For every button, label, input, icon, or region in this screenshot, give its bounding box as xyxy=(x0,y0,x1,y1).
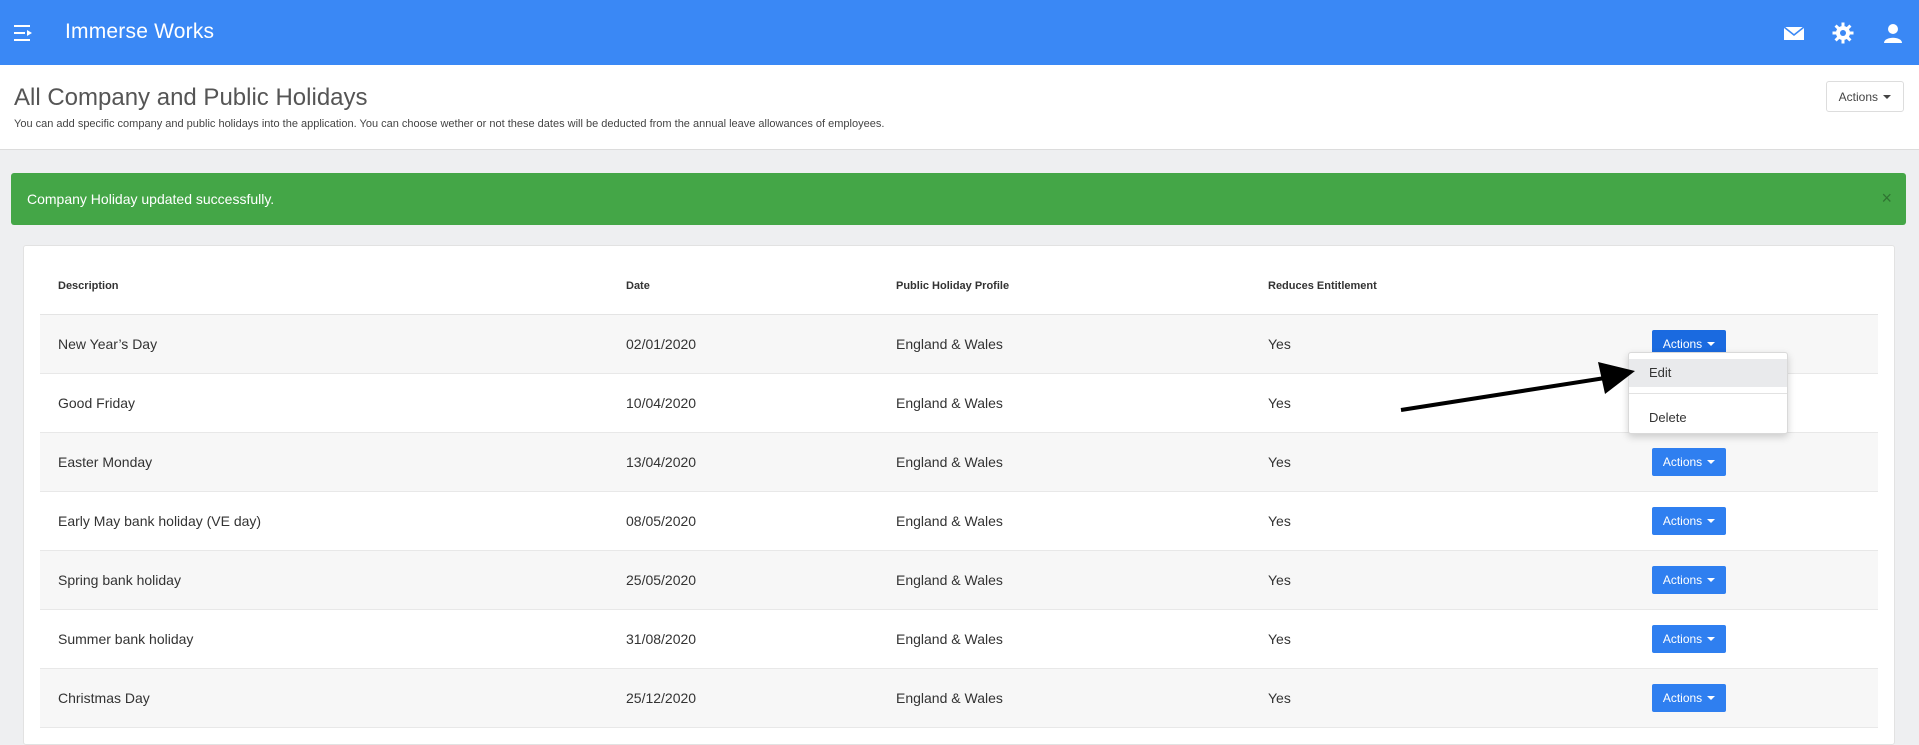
header-date: Date xyxy=(626,280,650,292)
user-icon[interactable] xyxy=(1881,21,1905,45)
table-row: Summer bank holiday 31/08/2020 England &… xyxy=(40,610,1878,669)
caret-down-icon xyxy=(1707,519,1716,523)
row-reduces: Yes xyxy=(1268,513,1291,529)
row-date: 13/04/2020 xyxy=(626,454,697,470)
row-description: Good Friday xyxy=(58,395,136,411)
table-row: Spring bank holiday 25/05/2020 England &… xyxy=(40,551,1878,610)
row-date: 08/05/2020 xyxy=(626,513,697,529)
row-date: 25/05/2020 xyxy=(626,572,697,588)
top-navbar: Immerse Works xyxy=(0,0,1919,65)
row-profile: England & Wales xyxy=(896,690,1003,706)
annotation-arrow-icon xyxy=(1400,362,1635,412)
header-description: Description xyxy=(58,280,119,292)
header-reduces: Reduces Entitlement xyxy=(1268,280,1377,292)
caret-down-icon xyxy=(1707,696,1716,700)
row-actions-button[interactable]: Actions xyxy=(1652,684,1726,712)
row-profile: England & Wales xyxy=(896,336,1003,352)
dropdown-delete-item[interactable]: Delete xyxy=(1629,404,1787,432)
row-reduces: Yes xyxy=(1268,572,1291,588)
row-description: Christmas Day xyxy=(58,690,150,706)
row-actions-button[interactable]: Actions xyxy=(1652,625,1726,653)
row-actions-label: Actions xyxy=(1662,455,1703,469)
row-actions-dropdown: Edit Delete xyxy=(1628,352,1788,434)
caret-down-icon xyxy=(1707,637,1716,641)
page-title: All Company and Public Holidays xyxy=(14,84,368,111)
row-actions-button[interactable]: Actions xyxy=(1652,507,1726,535)
row-profile: England & Wales xyxy=(896,454,1003,470)
header-actions-label: Actions xyxy=(1838,89,1878,104)
row-actions-label: Actions xyxy=(1662,514,1703,528)
row-actions-button[interactable]: Actions xyxy=(1652,448,1726,476)
caret-down-icon xyxy=(1707,578,1716,582)
table-row: Early May bank holiday (VE day) 08/05/20… xyxy=(40,492,1878,551)
row-description: Spring bank holiday xyxy=(58,572,181,588)
row-reduces: Yes xyxy=(1268,454,1291,470)
table-header: Description Date Public Holiday Profile … xyxy=(40,280,1878,315)
row-actions-label: Actions xyxy=(1662,632,1703,646)
page-header: All Company and Public Holidays You can … xyxy=(0,65,1919,150)
close-icon[interactable]: × xyxy=(1881,188,1892,209)
mail-icon[interactable] xyxy=(1782,21,1806,45)
row-profile: England & Wales xyxy=(896,631,1003,647)
row-profile: England & Wales xyxy=(896,572,1003,588)
row-reduces: Yes xyxy=(1268,690,1291,706)
caret-down-icon xyxy=(1883,94,1891,99)
row-actions-label: Actions xyxy=(1662,691,1703,705)
row-reduces: Yes xyxy=(1268,336,1291,352)
header-actions-button[interactable]: Actions xyxy=(1825,81,1904,112)
row-date: 02/01/2020 xyxy=(626,336,697,352)
row-date: 10/04/2020 xyxy=(626,395,697,411)
success-alert: Company Holiday updated successfully. × xyxy=(11,173,1906,225)
row-date: 31/08/2020 xyxy=(626,631,697,647)
table-row: Christmas Day 25/12/2020 England & Wales… xyxy=(40,669,1878,728)
row-description: New Year’s Day xyxy=(58,336,158,352)
alert-message: Company Holiday updated successfully. xyxy=(27,191,275,207)
row-date: 25/12/2020 xyxy=(626,690,697,706)
row-profile: England & Wales xyxy=(896,395,1003,411)
dropdown-edit-item[interactable]: Edit xyxy=(1629,359,1787,387)
row-actions-label: Actions xyxy=(1662,573,1703,587)
row-reduces: Yes xyxy=(1268,395,1291,411)
row-reduces: Yes xyxy=(1268,631,1291,647)
header-profile: Public Holiday Profile xyxy=(896,280,1010,292)
caret-down-icon xyxy=(1707,460,1716,464)
page-subtitle: You can add specific company and public … xyxy=(14,118,885,130)
row-actions-label: Actions xyxy=(1662,337,1703,351)
brand-title[interactable]: Immerse Works xyxy=(65,20,214,44)
holidays-panel: Description Date Public Holiday Profile … xyxy=(23,245,1895,745)
table-row: Easter Monday 13/04/2020 England & Wales… xyxy=(40,433,1878,492)
row-description: Summer bank holiday xyxy=(58,631,194,647)
row-description: Easter Monday xyxy=(58,454,153,470)
row-profile: England & Wales xyxy=(896,513,1003,529)
row-actions-button[interactable]: Actions xyxy=(1652,566,1726,594)
gear-icon[interactable] xyxy=(1831,21,1855,45)
caret-down-icon xyxy=(1707,342,1716,346)
row-description: Early May bank holiday (VE day) xyxy=(58,513,262,529)
holidays-table: Description Date Public Holiday Profile … xyxy=(40,280,1878,728)
menu-icon[interactable] xyxy=(14,22,34,44)
dropdown-divider xyxy=(1629,393,1787,394)
